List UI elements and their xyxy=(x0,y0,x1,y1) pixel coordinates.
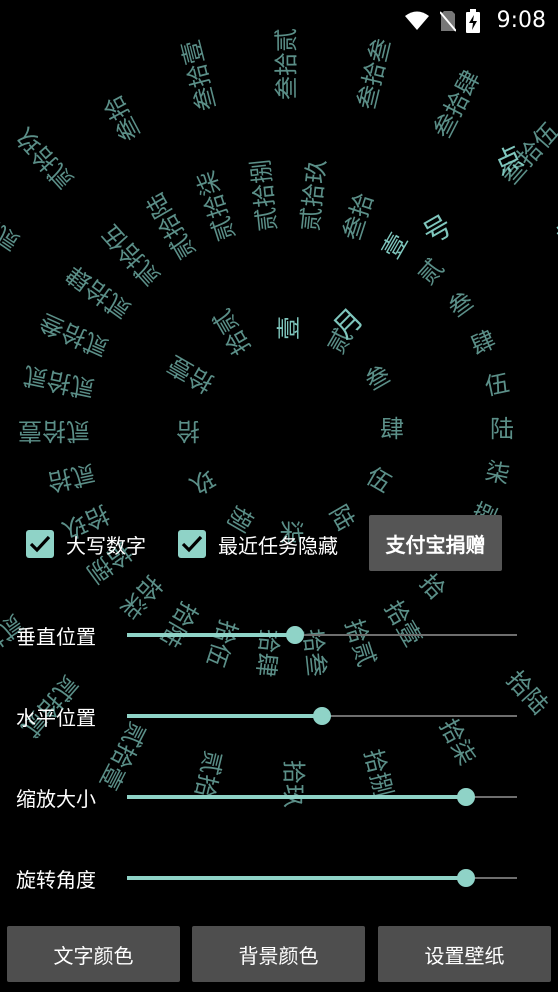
slider-thumb[interactable] xyxy=(285,626,304,644)
hour-ring-label: 拾贰 xyxy=(208,304,256,360)
day-ring-label: 伍 xyxy=(482,369,511,401)
day-ring-label: 贰拾柒 xyxy=(192,167,241,244)
status-icons xyxy=(404,9,480,33)
uppercase-label[interactable]: 大写数字 xyxy=(66,530,146,559)
hour-ring: 壹贰叁肆伍陆柒捌玖拾拾壹拾贰 xyxy=(163,304,404,544)
hour-ring-label: 叁 xyxy=(360,360,395,396)
day-ring-label: 贰拾叁 xyxy=(35,308,112,363)
hour-ring-label: 肆 xyxy=(380,415,404,443)
scale-size-row: 缩放大小 xyxy=(0,775,558,819)
no-sim-icon xyxy=(440,11,456,32)
day-ring-label: 贰拾玖 xyxy=(296,158,331,233)
slider-fill xyxy=(127,633,295,637)
slider-thumb[interactable] xyxy=(313,707,331,725)
vertical-position-row: 垂直位置 xyxy=(0,613,558,657)
slider-thumb[interactable] xyxy=(457,869,476,887)
hour-ring-label: 玖 xyxy=(185,464,220,500)
slider-fill xyxy=(127,714,322,718)
day-ring-label: 贰 xyxy=(413,254,450,291)
day-ring-label: 叁拾 xyxy=(338,190,379,244)
day-ring-label: 叁 xyxy=(443,286,479,323)
day-ring-label: 贰拾 xyxy=(45,459,98,496)
text-color-button[interactable]: 文字颜色 xyxy=(7,926,180,982)
slider-fill xyxy=(127,795,467,799)
day-ring-label: 贰拾伍 xyxy=(97,219,166,291)
scale-size-slider[interactable] xyxy=(127,788,517,806)
horizontal-position-label: 水平位置 xyxy=(16,706,96,730)
day-ring-label: 贰拾捌 xyxy=(247,158,282,233)
hide-recents-label[interactable]: 最近任务隐藏 xyxy=(218,530,338,559)
slider-fill xyxy=(127,876,467,880)
checkmark-icon xyxy=(181,535,203,553)
minute-ring-label: 拾 xyxy=(552,215,558,252)
minute-ring-label: 叁拾叁 xyxy=(352,36,396,113)
day-ring-label: 壹 xyxy=(377,229,413,264)
scale-size-label: 缩放大小 xyxy=(16,787,96,811)
day-ring-label: 贰拾贰 xyxy=(21,361,97,403)
hide-recents-checkbox[interactable] xyxy=(178,530,206,558)
rotation-angle-label: 旋转角度 xyxy=(16,868,96,892)
minute-ring-label: 叁拾壹 xyxy=(177,37,222,114)
day-ring-label: 陆 xyxy=(490,415,514,443)
day-mark: 号 xyxy=(417,208,458,251)
battery-charging-icon xyxy=(466,9,480,33)
horizontal-position-row: 水平位置 xyxy=(0,694,558,738)
checkmark-icon xyxy=(29,535,51,553)
minute-ring-label: 贰拾玖 xyxy=(10,122,79,194)
hour-ring-label: 壹 xyxy=(275,316,303,340)
status-bar: 9:08 xyxy=(0,0,558,40)
vertical-position-slider[interactable] xyxy=(127,626,517,644)
slider-thumb[interactable] xyxy=(457,788,476,806)
horizontal-position-slider[interactable] xyxy=(127,707,517,725)
alipay-donate-button[interactable]: 支付宝捐赠 xyxy=(369,515,502,571)
minute-ring-label: 贰拾捌 xyxy=(0,193,25,257)
wifi-icon xyxy=(405,11,429,30)
day-ring-label: 拾 xyxy=(414,569,451,606)
uppercase-checkbox[interactable] xyxy=(26,530,54,558)
vertical-position-label: 垂直位置 xyxy=(16,625,96,649)
day-ring-label: 贰拾壹 xyxy=(18,417,90,445)
hour-ring-label: 拾壹 xyxy=(163,350,219,398)
minute-ring-label: 叁拾 xyxy=(99,90,146,146)
day-ring-label: 肆 xyxy=(467,325,500,360)
hour-ring-label: 拾 xyxy=(176,417,200,445)
text-clock-wallpaper-preview: 壹贰叁肆伍陆柒捌玖拾拾壹拾贰壹贰叁肆伍陆柒捌玖拾拾壹拾贰拾叁拾肆拾伍拾陆拾柒拾捌… xyxy=(0,28,558,808)
clock-time: 9:08 xyxy=(496,8,546,33)
background-color-button[interactable]: 背景颜色 xyxy=(192,926,365,982)
set-wallpaper-button[interactable]: 设置壁纸 xyxy=(378,926,551,982)
minute-ring-label: 叁拾肆 xyxy=(428,66,486,143)
day-ring-label: 贰拾陆 xyxy=(141,188,201,264)
rotation-angle-row: 旋转角度 xyxy=(0,856,558,900)
hour-ring-label: 伍 xyxy=(361,462,396,498)
rotation-angle-slider[interactable] xyxy=(127,869,517,887)
day-ring-label: 柒 xyxy=(483,457,512,489)
